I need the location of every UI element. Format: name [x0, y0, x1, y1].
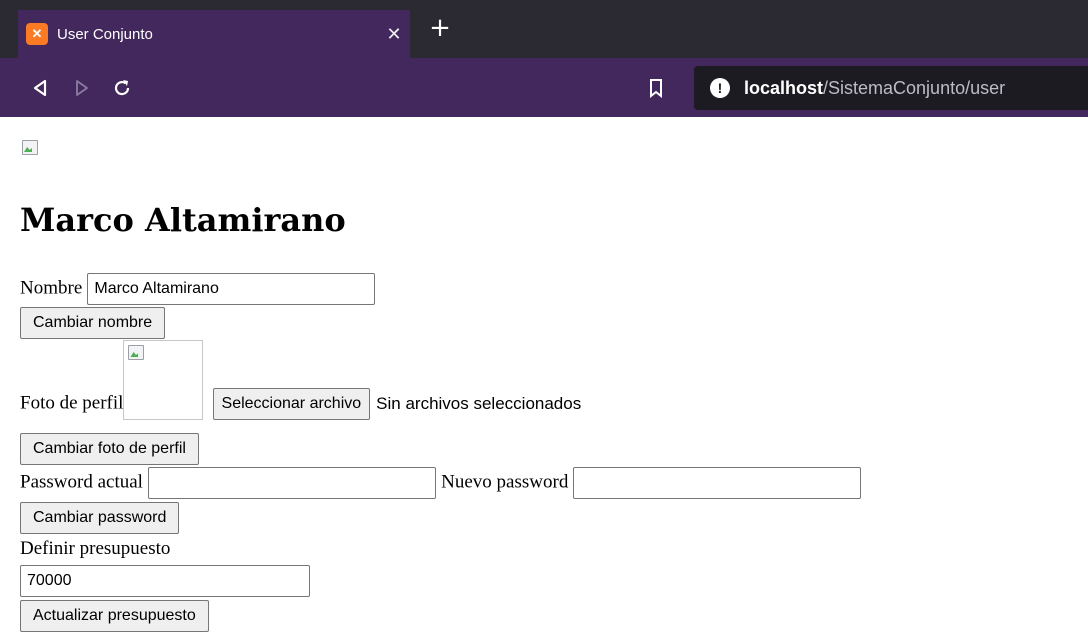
- close-tab-icon[interactable]: ✕: [378, 24, 410, 45]
- update-budget-row: Actualizar presupuesto: [20, 600, 209, 632]
- new-tab-icon[interactable]: +: [425, 14, 455, 44]
- broken-image-icon: [126, 343, 146, 361]
- change-name-row: Cambiar nombre: [20, 307, 166, 339]
- forward-icon[interactable]: [64, 58, 100, 117]
- tab-title: User Conjunto: [57, 25, 153, 43]
- name-input[interactable]: [87, 273, 376, 305]
- file-status-text: Sin archivos seleccionados: [376, 393, 582, 413]
- password-row: Password actual Nuevo password: [20, 467, 862, 499]
- tab-strip: ✕ User Conjunto ✕ +: [0, 0, 1088, 58]
- browser-tab[interactable]: ✕ User Conjunto ✕: [18, 10, 410, 58]
- budget-input-row: [20, 565, 310, 597]
- select-file-button[interactable]: Seleccionar archivo: [212, 388, 371, 420]
- header-image: [20, 138, 40, 160]
- current-password-label: Password actual: [20, 471, 143, 493]
- reload-icon[interactable]: [104, 58, 140, 117]
- new-password-input[interactable]: [573, 467, 862, 499]
- current-password-input[interactable]: [148, 467, 437, 499]
- change-photo-row: Cambiar foto de perfil: [20, 433, 199, 465]
- xampp-icon: ✕: [26, 23, 48, 45]
- navigation-toolbar: ! localhost/SistemaConjunto/user: [0, 58, 1088, 117]
- address-bar[interactable]: ! localhost/SistemaConjunto/user: [694, 66, 1088, 110]
- url-host: localhost: [744, 77, 824, 98]
- back-icon[interactable]: [22, 58, 58, 117]
- budget-label-row: Definir presupuesto: [20, 538, 170, 560]
- profile-photo: [123, 340, 204, 420]
- budget-label: Definir presupuesto: [20, 538, 171, 559]
- change-name-button[interactable]: Cambiar nombre: [20, 307, 166, 339]
- url-path: /SistemaConjunto/user: [823, 77, 1006, 98]
- bookmark-icon[interactable]: [638, 58, 674, 117]
- broken-image-icon: [20, 138, 40, 156]
- change-password-row: Cambiar password: [20, 502, 180, 534]
- new-password-label: Nuevo password: [441, 471, 569, 493]
- update-budget-button[interactable]: Actualizar presupuesto: [20, 600, 209, 632]
- photo-label: Foto de perfil: [20, 392, 124, 414]
- photo-row: Foto de perfil Seleccionar archivo Sin ar…: [20, 340, 581, 420]
- name-label: Nombre: [20, 277, 83, 299]
- site-info-icon[interactable]: !: [710, 78, 730, 98]
- change-photo-button[interactable]: Cambiar foto de perfil: [20, 433, 199, 465]
- budget-input[interactable]: [20, 565, 310, 597]
- name-row: Nombre: [20, 273, 376, 305]
- user-name-heading: Marco Altamirano: [20, 201, 346, 239]
- change-password-button[interactable]: Cambiar password: [20, 502, 180, 534]
